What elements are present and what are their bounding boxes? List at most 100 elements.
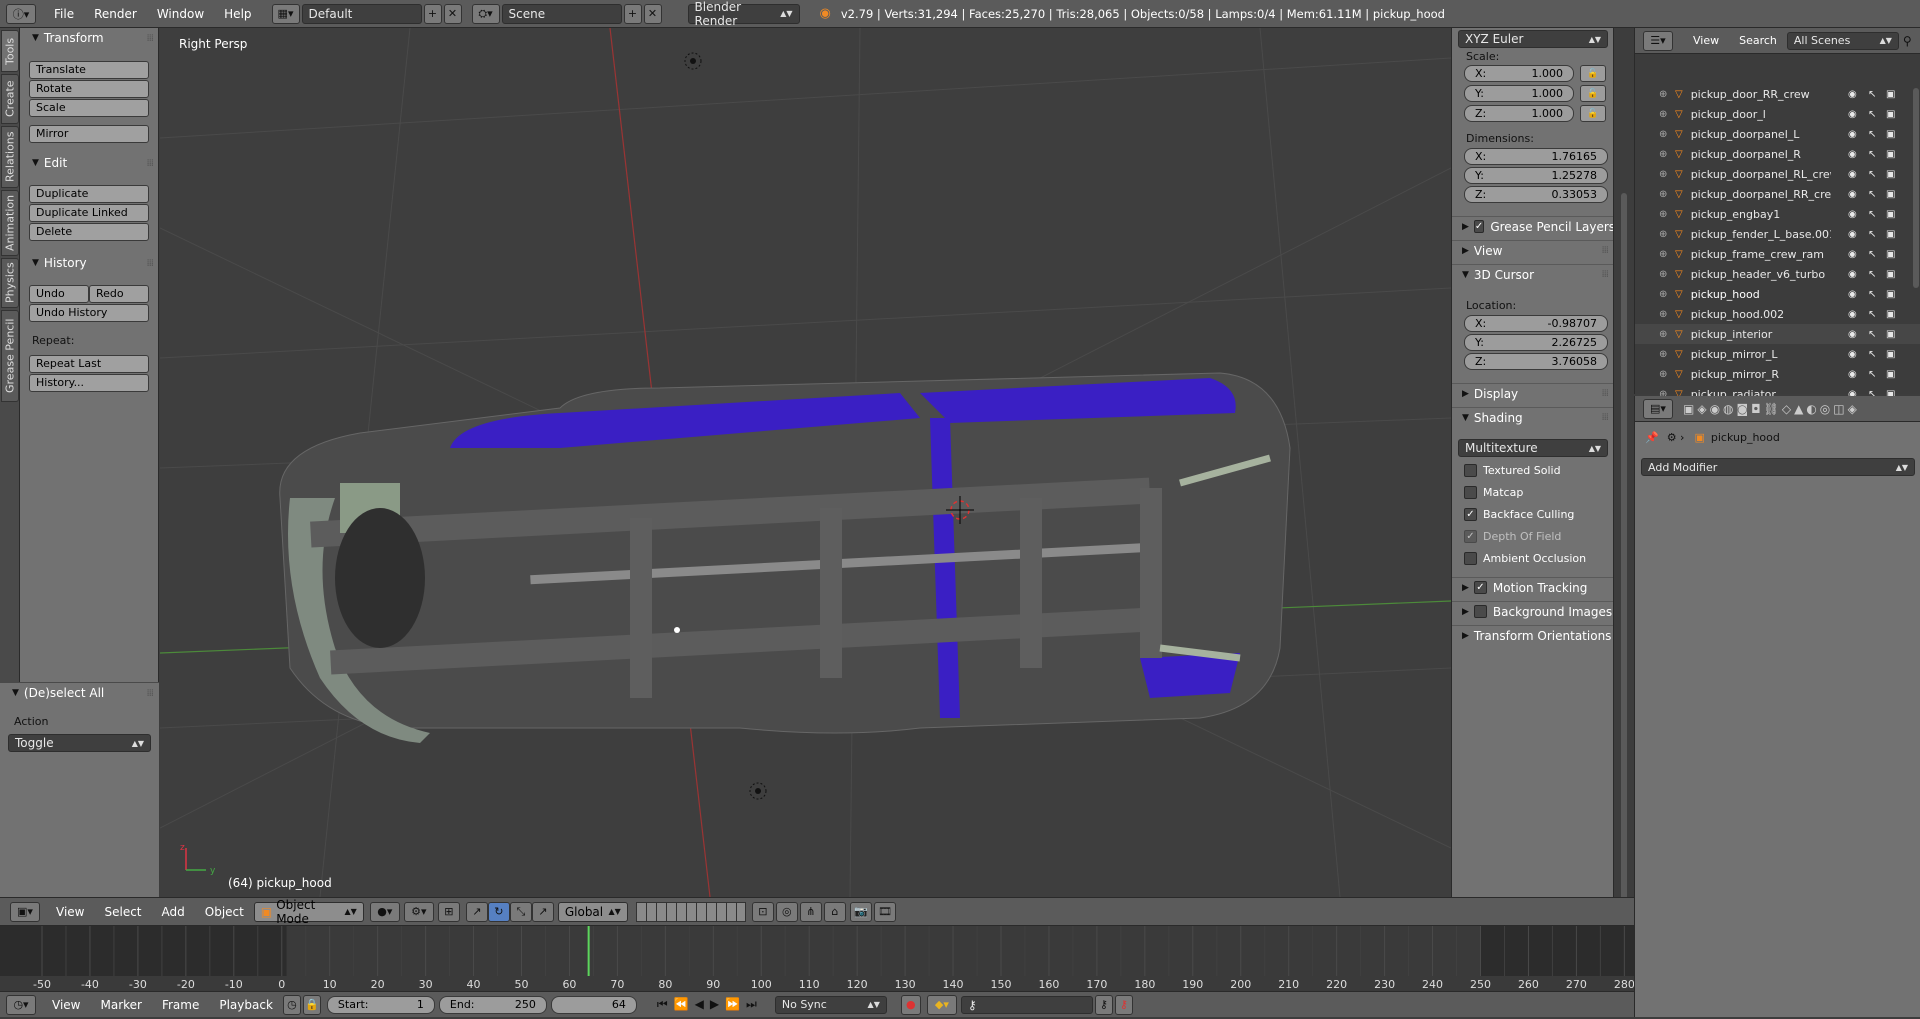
tab-relations[interactable]: Relations: [1, 126, 19, 188]
viewport-menu-view[interactable]: View: [46, 898, 94, 926]
ambient-occlusion-toggle[interactable]: Ambient Occlusion: [1464, 552, 1586, 565]
outliner-item[interactable]: ⊕ ▽ pickup_hood.002 ◉ ↖ ▣: [1635, 304, 1920, 324]
outliner-item[interactable]: ⊕ ▽ pickup_engbay1 ◉ ↖ ▣: [1635, 204, 1920, 224]
dimension-x-field[interactable]: X: 1.76165: [1464, 148, 1608, 165]
timeline-menu-marker[interactable]: Marker: [90, 991, 151, 1019]
cursor-select-icon[interactable]: ↖: [1868, 169, 1876, 180]
menu-render[interactable]: Render: [84, 0, 147, 28]
cursor-select-icon[interactable]: ↖: [1868, 249, 1876, 260]
menu-window[interactable]: Window: [147, 0, 214, 28]
edit-panel-header[interactable]: ▼ Edit ⁞⁞⁞: [20, 153, 159, 173]
cursor-select-icon[interactable]: ↖: [1868, 189, 1876, 200]
render-animation-icon[interactable]: 📷: [849, 901, 872, 922]
viewport-scene[interactable]: z y: [160, 28, 1451, 897]
cursor-select-icon[interactable]: ↖: [1868, 109, 1876, 120]
keying-set-icon[interactable]: ◆▾: [926, 994, 957, 1015]
proportional-edit-icon[interactable]: ◎: [775, 901, 798, 922]
close-scene-icon[interactable]: ✕: [643, 3, 662, 24]
layout-grid-icon[interactable]: ▦▾: [271, 3, 300, 24]
camera-icon[interactable]: ▣: [1886, 289, 1895, 300]
record-icon[interactable]: ●: [900, 994, 921, 1015]
lock-icon[interactable]: 🔓: [1580, 85, 1606, 102]
camera-icon[interactable]: ▣: [1886, 349, 1895, 360]
tab-physics[interactable]: Physics: [1, 258, 19, 308]
checkbox[interactable]: [1473, 605, 1487, 618]
start-frame-field[interactable]: Start: 1: [326, 995, 435, 1014]
checkbox[interactable]: ✓: [1473, 220, 1485, 233]
tab-tools[interactable]: Tools: [1, 30, 19, 72]
expand-icon[interactable]: ⊕: [1659, 269, 1667, 280]
expand-icon[interactable]: ⊕: [1659, 229, 1667, 240]
mirror-button[interactable]: Mirror: [29, 125, 149, 143]
delete-keyframe-icon[interactable]: ⚷: [1114, 994, 1133, 1015]
camera-icon[interactable]: ▣: [1886, 229, 1895, 240]
pin-icon[interactable]: 📌: [1645, 431, 1659, 444]
cursor-select-icon[interactable]: ↖: [1868, 369, 1876, 380]
eye-icon[interactable]: ◉: [1848, 89, 1857, 100]
cursor-y-field[interactable]: Y: 2.26725: [1464, 334, 1608, 351]
tab-create[interactable]: Create: [1, 74, 19, 124]
scale-button[interactable]: Scale: [29, 99, 149, 117]
outliner-item[interactable]: ⊕ ▽ pickup_doorpanel_L ◉ ↖ ▣: [1635, 124, 1920, 144]
timeline-menu-frame[interactable]: Frame: [152, 991, 209, 1019]
eye-icon[interactable]: ◉: [1848, 249, 1857, 260]
close-layout-icon[interactable]: ✕: [443, 3, 462, 24]
outliner-item[interactable]: ⊕ ▽ pickup_mirror_R ◉ ↖ ▣: [1635, 364, 1920, 384]
camera-icon[interactable]: ▣: [1886, 309, 1895, 320]
scene-icon[interactable]: ⛭▾: [471, 3, 500, 24]
outliner-menu-view[interactable]: View: [1683, 27, 1729, 55]
camera-icon[interactable]: ▣: [1886, 329, 1895, 340]
camera-icon[interactable]: ▣: [1886, 369, 1895, 380]
textured-solid-toggle[interactable]: Textured Solid: [1464, 464, 1561, 477]
insert-keyframe-icon[interactable]: ⚷: [1094, 994, 1113, 1015]
camera-icon[interactable]: ▣: [1886, 269, 1895, 280]
rotate-button[interactable]: Rotate: [29, 80, 149, 98]
transform-orientations-header[interactable]: ▶ Transform Orientations: [1452, 625, 1614, 645]
eye-icon[interactable]: ◉: [1848, 129, 1857, 140]
undo-history-button[interactable]: Undo History: [29, 304, 149, 322]
eye-icon[interactable]: ◉: [1848, 349, 1857, 360]
panel-scrollbar[interactable]: [1613, 28, 1633, 923]
repeat-last-button[interactable]: Repeat Last: [29, 355, 149, 373]
keying-set-select[interactable]: ⚷: [960, 995, 1093, 1014]
eye-icon[interactable]: ◉: [1848, 369, 1857, 380]
timeline-menu-playback[interactable]: Playback: [209, 991, 283, 1019]
view-panel-header[interactable]: ▶ View ⁞⁞⁞: [1452, 240, 1614, 260]
sync-select[interactable]: No Sync ▲▼: [774, 995, 887, 1014]
undo-button[interactable]: Undo: [29, 285, 89, 303]
eye-icon[interactable]: ◉: [1848, 209, 1857, 220]
eye-icon[interactable]: ◉: [1848, 229, 1857, 240]
matcap-toggle[interactable]: Matcap: [1464, 486, 1523, 499]
scale-y-field[interactable]: Y: 1.000: [1464, 85, 1574, 102]
cursor-z-field[interactable]: Z: 3.76058: [1464, 353, 1608, 370]
timeline[interactable]: -50 -40 -30 -20 -10 0 10 20 30 40 50 60 70 80 90 100 110…: [0, 925, 1634, 991]
search-icon[interactable]: ⚲: [1903, 34, 1912, 48]
expand-icon[interactable]: ⊕: [1659, 169, 1667, 180]
lock-icon[interactable]: 🔓: [1580, 65, 1606, 82]
lock-range-icon[interactable]: 🔒: [302, 994, 321, 1015]
eye-icon[interactable]: ◉: [1848, 309, 1857, 320]
camera-icon[interactable]: ▣: [1886, 189, 1895, 200]
tab-grease-pencil[interactable]: Grease Pencil: [1, 310, 19, 402]
add-modifier-select[interactable]: Add Modifier ▲▼: [1641, 458, 1915, 476]
cursor-select-icon[interactable]: ↖: [1868, 269, 1876, 280]
tab-animation[interactable]: Animation: [1, 190, 19, 256]
outliner-menu-search[interactable]: Search: [1729, 27, 1787, 55]
expand-icon[interactable]: ⊕: [1659, 109, 1667, 120]
eye-icon[interactable]: ◉: [1848, 289, 1857, 300]
camera-icon[interactable]: ▣: [1886, 129, 1895, 140]
background-images-header[interactable]: ▶ Background Images: [1452, 601, 1614, 621]
preview-range-icon[interactable]: ◷: [282, 994, 301, 1015]
editor-type-icon[interactable]: ▣▾: [10, 901, 40, 922]
translate-button[interactable]: Translate: [29, 61, 149, 79]
checkbox[interactable]: ✓: [1473, 581, 1487, 594]
operator-panel-header[interactable]: ▼ (De)select All ⁞⁞⁞: [0, 683, 159, 703]
outliner-item[interactable]: ⊕ ▽ pickup_door_l ◉ ↖ ▣: [1635, 104, 1920, 124]
cursor-select-icon[interactable]: ↖: [1868, 349, 1876, 360]
expand-icon[interactable]: ⊕: [1659, 189, 1667, 200]
outliner-item[interactable]: ⊕ ▽ pickup_frame_crew_ram ◉ ↖ ▣: [1635, 244, 1920, 264]
lock-icon[interactable]: 🔓: [1580, 105, 1606, 122]
camera-icon[interactable]: ▣: [1886, 89, 1895, 100]
redo-button[interactable]: Redo: [89, 285, 149, 303]
pivot-point-icon[interactable]: ⚙▾: [403, 901, 434, 922]
